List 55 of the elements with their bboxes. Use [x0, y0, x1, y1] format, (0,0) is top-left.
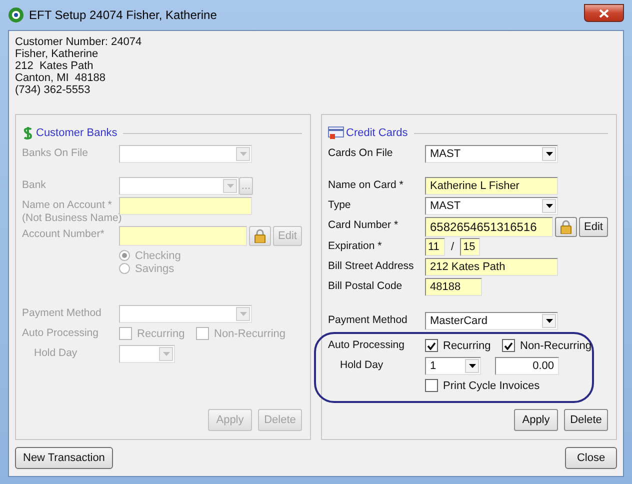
field-label: Payment Method — [22, 306, 102, 320]
field-label: Type — [328, 198, 352, 212]
field-label: Name on Account * (Not Business Name) — [22, 198, 119, 225]
month-field[interactable]: 11 — [425, 238, 445, 256]
new-transaction-button[interactable]: New Transaction — [15, 447, 113, 469]
edit-button[interactable]: Edit — [579, 217, 608, 237]
checkbox-option[interactable]: Non-Recurring — [502, 339, 592, 352]
field-label: Name on Card * — [328, 178, 404, 192]
input-field[interactable]: 6582654651316516 — [425, 217, 553, 237]
field-label: Auto Processing — [22, 326, 100, 340]
field-label: Bill Street Address — [328, 259, 415, 273]
input-field[interactable]: 212 Kates Path — [425, 258, 558, 276]
field-label: Card Number * — [328, 218, 400, 232]
field-label: Bank — [22, 178, 47, 192]
field-label: Hold Day — [33, 346, 78, 360]
field-label: Account Number* — [22, 227, 106, 241]
dropdown-field[interactable]: 1 — [425, 357, 481, 375]
dollar-icon — [22, 126, 34, 140]
field-label: Auto Processing — [328, 338, 406, 352]
customer-info-line: Fisher, Katherine — [15, 48, 100, 60]
dropdown-field[interactable]: MAST — [425, 145, 558, 163]
unlock-button[interactable] — [555, 217, 577, 237]
checkbox[interactable] — [425, 379, 438, 392]
field-label: Expiration * — [328, 239, 383, 253]
close-icon[interactable] — [584, 4, 624, 22]
input-field[interactable]: Katherine L Fisher — [425, 177, 558, 195]
dropdown-field[interactable]: MAST — [425, 197, 558, 215]
customer-info-line: Canton, MI 48188 — [15, 72, 107, 84]
checkbox[interactable] — [425, 339, 438, 352]
year-field[interactable]: 15 — [460, 238, 480, 256]
padlock-icon — [560, 220, 572, 234]
field-label: Bill Postal Code — [328, 279, 404, 293]
app-logo-icon — [8, 7, 24, 23]
window-title: EFT Setup 24074 Fisher, Katherine — [29, 8, 217, 22]
group-title: Customer Banks — [36, 127, 118, 139]
dropdown-field[interactable]: MasterCard — [425, 312, 558, 330]
group-title: Credit Cards — [346, 127, 408, 139]
date-separator: / — [450, 241, 456, 253]
amount-field[interactable]: 0.00 — [495, 357, 559, 375]
padlock-icon — [254, 229, 266, 243]
field-label: Cards On File — [328, 146, 394, 160]
customer-info-line: Customer Number: 24074 — [15, 36, 143, 48]
customer-info-line: (734) 362-5553 — [15, 84, 92, 96]
field-label: Hold Day — [339, 358, 384, 372]
field-label: Payment Method — [328, 313, 408, 327]
apply-button[interactable]: Apply — [514, 409, 558, 431]
input-field[interactable]: 48188 — [425, 278, 482, 296]
checkbox-option[interactable]: Print Cycle Invoices — [425, 379, 540, 392]
field-label: Banks On File — [22, 146, 89, 160]
close-button[interactable]: Close — [565, 447, 617, 469]
checkbox-option[interactable]: Recurring — [425, 339, 502, 352]
delete-button[interactable]: Delete — [564, 409, 608, 431]
credit-card-icon — [328, 126, 344, 140]
customer-info-line: 212 Kates Path — [15, 60, 94, 72]
checkbox[interactable] — [502, 339, 515, 352]
